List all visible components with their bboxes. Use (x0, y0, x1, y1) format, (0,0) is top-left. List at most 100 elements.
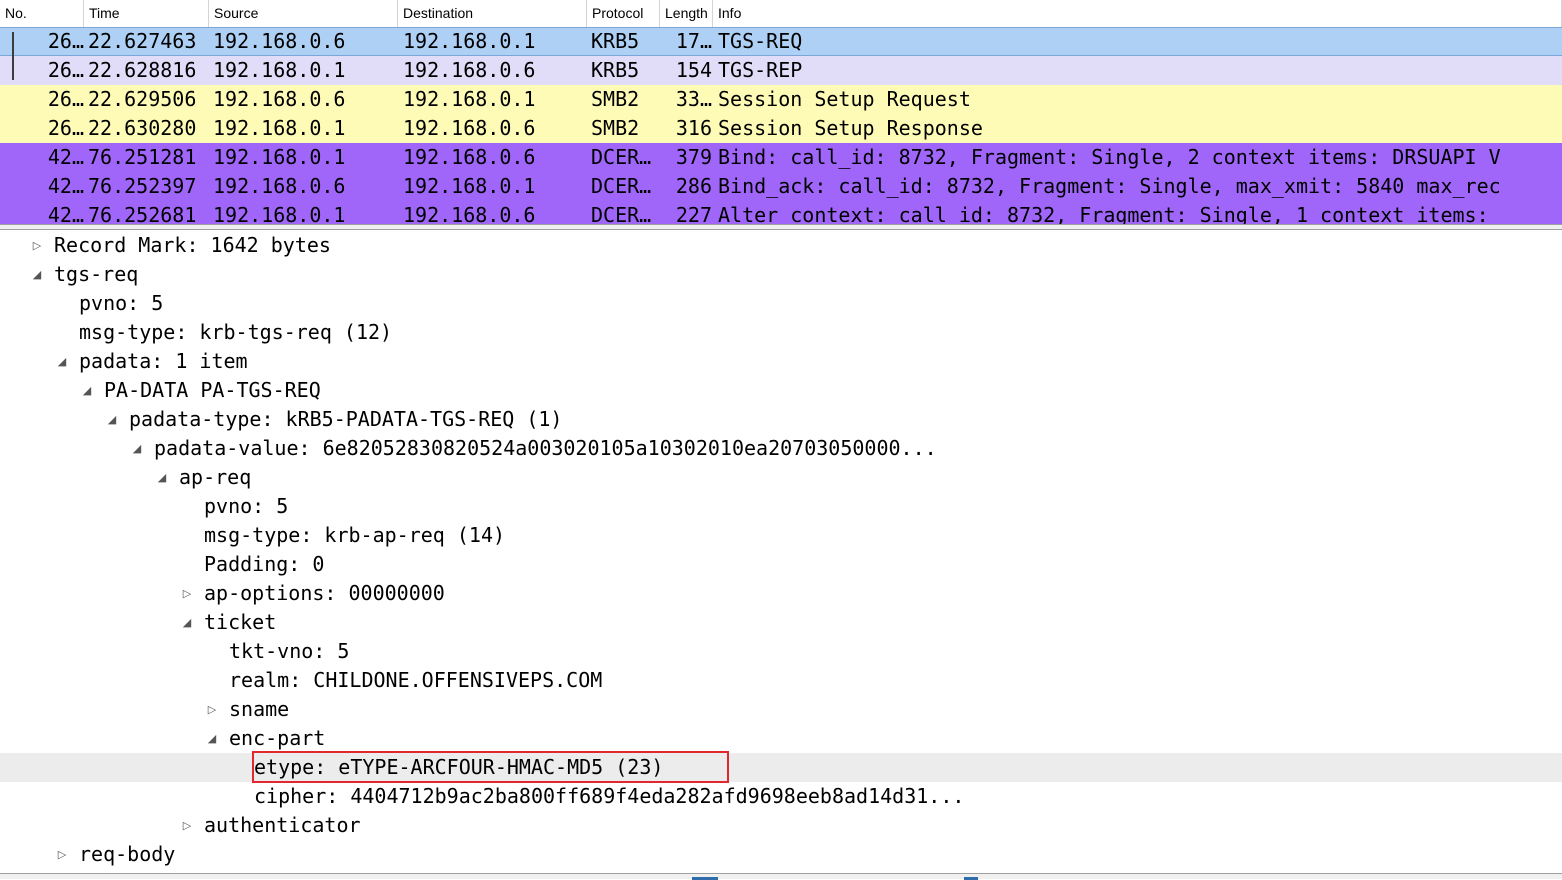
packet-source: 192.168.0.1 (213, 203, 346, 224)
tree-item-label: msg-type: krb-ap-req (14) (204, 523, 506, 547)
tree-item[interactable]: pvno: 5 (0, 492, 1562, 521)
col-protocol-header[interactable]: Protocol (587, 0, 660, 27)
packet-info: Session Setup Response (718, 116, 983, 140)
tree-item-label: enc-part (229, 726, 326, 750)
tree-item[interactable]: ▷ sname (0, 695, 1562, 724)
tree-item-label: ap-req (179, 465, 252, 489)
tree-item-label: ticket (204, 610, 277, 634)
packet-info: Session Setup Request (718, 87, 971, 111)
packet-row[interactable]: 42… 76.252681 192.168.0.1 192.168.0.6 DCER… 2… (0, 201, 1562, 224)
col-time-header[interactable]: Time (84, 0, 209, 27)
tree-item[interactable]: ◢ padata-type: kRB5-PADATA-TGS-REQ (1) (0, 405, 1562, 434)
tree-item[interactable]: Padding: 0 (0, 550, 1562, 579)
tree-item[interactable]: ▷ Record Mark: 1642 bytes (0, 231, 1562, 260)
packet-time: 76.252397 (88, 174, 197, 198)
tree-item-label: sname (229, 697, 290, 721)
tree-item-label: Record Mark: 1642 bytes (54, 233, 331, 257)
tree-item[interactable]: msg-type: krb-tgs-req (12) (0, 318, 1562, 347)
packet-row[interactable]: 26… 22.628816 192.168.0.1 192.168.0.6 KRB5 15… (0, 56, 1562, 85)
expanded-arrow-icon[interactable]: ◢ (80, 376, 94, 405)
tree-item[interactable]: realm: CHILDONE.OFFENSIVEPS.COM (0, 666, 1562, 695)
tree-item[interactable]: ◢ tgs-req (0, 260, 1562, 289)
packet-row[interactable]: 42… 76.252397 192.168.0.6 192.168.0.1 DCER… 2… (0, 172, 1562, 201)
tree-item-label: etype: eTYPE-ARCFOUR-HMAC-MD5 (23) (254, 755, 664, 779)
packet-number: 42… (47, 174, 84, 198)
col-source-header[interactable]: Source (209, 0, 398, 27)
pane-splitter[interactable] (0, 224, 1562, 230)
tree-item[interactable]: ◢ PA-DATA PA-TGS-REQ (0, 376, 1562, 405)
tree-item-label: padata: 1 item (79, 349, 248, 373)
tree-item-label: ap-options: 00000000 (204, 581, 445, 605)
col-no-header[interactable]: No. (0, 0, 84, 27)
packet-row[interactable]: 26… 22.627463 192.168.0.6 192.168.0.1 KRB5 17… (0, 27, 1562, 57)
expanded-arrow-icon[interactable]: ◢ (205, 724, 219, 753)
tree-item[interactable]: ◢ ticket (0, 608, 1562, 637)
tree-item[interactable]: ◢ padata: 1 item (0, 347, 1562, 376)
tree-item-label: realm: CHILDONE.OFFENSIVEPS.COM (229, 668, 603, 692)
tree-item[interactable]: cipher: 4404712b9ac2ba800ff689f4eda282af… (0, 782, 1562, 811)
packet-time: 22.628816 (88, 58, 197, 82)
packet-source: 192.168.0.1 (213, 145, 346, 169)
expanded-arrow-icon[interactable]: ◢ (180, 608, 194, 637)
expanded-arrow-icon[interactable]: ◢ (130, 434, 144, 463)
collapsed-arrow-icon[interactable]: ▷ (180, 811, 194, 840)
packet-list-header: No. Time Source Destination Protocol Length In… (0, 0, 1562, 28)
packet-length: 17… (675, 29, 712, 53)
tree-item-label: PA-DATA PA-TGS-REQ (104, 378, 321, 402)
packet-time: 22.630280 (88, 116, 197, 140)
packet-details-tree[interactable]: ▷ Record Mark: 1642 bytes ◢ tgs-req pvno: 5 m… (0, 231, 1562, 873)
collapsed-arrow-icon[interactable]: ▷ (55, 840, 69, 869)
packet-length: 286 (675, 174, 712, 198)
packet-protocol: KRB5 (591, 58, 640, 82)
col-info-header[interactable]: Info (713, 0, 1562, 27)
tree-item[interactable]: etype: eTYPE-ARCFOUR-HMAC-MD5 (23) (0, 753, 1562, 782)
tree-item[interactable]: ▷ ap-options: 00000000 (0, 579, 1562, 608)
packet-destination: 192.168.0.1 (403, 29, 536, 53)
collapsed-arrow-icon[interactable]: ▷ (205, 695, 219, 724)
packet-row[interactable]: 26… 22.629506 192.168.0.6 192.168.0.1 SMB2 33… (0, 85, 1562, 114)
packet-destination: 192.168.0.6 (403, 145, 536, 169)
expanded-arrow-icon[interactable]: ◢ (30, 260, 44, 289)
packet-info: TGS-REP (718, 58, 803, 82)
packet-number: 26… (47, 58, 84, 82)
packet-destination: 192.168.0.1 (403, 174, 536, 198)
packet-protocol: SMB2 (591, 87, 640, 111)
tree-item-label: pvno: 5 (204, 494, 289, 518)
tree-item[interactable]: tkt-vno: 5 (0, 637, 1562, 666)
packet-source: 192.168.0.6 (213, 87, 346, 111)
packet-protocol: DCER… (591, 174, 652, 198)
packet-protocol: SMB2 (591, 116, 640, 140)
packet-info: Bind: call_id: 8732, Fragment: Single, 2… (718, 145, 1501, 169)
col-destination-header[interactable]: Destination (398, 0, 587, 27)
packet-number: 26… (47, 116, 84, 140)
packet-info: TGS-REQ (718, 29, 803, 53)
tree-item[interactable]: ◢ padata-value: 6e82052830820524a00302010… (0, 434, 1562, 463)
tree-item[interactable]: pvno: 5 (0, 289, 1562, 318)
tree-item-label: padata-type: kRB5-PADATA-TGS-REQ (1) (129, 407, 563, 431)
expanded-arrow-icon[interactable]: ◢ (105, 405, 119, 434)
tree-item[interactable]: ◢ enc-part (0, 724, 1562, 753)
tree-item[interactable]: msg-type: krb-ap-req (14) (0, 521, 1562, 550)
tree-item[interactable]: ▷ authenticator (0, 811, 1562, 840)
packet-number: 42… (47, 145, 84, 169)
packet-list[interactable]: No. Time Source Destination Protocol Length In… (0, 0, 1562, 224)
packet-row[interactable]: 42… 76.251281 192.168.0.1 192.168.0.6 DCER… 3… (0, 143, 1562, 172)
expanded-arrow-icon[interactable]: ◢ (155, 463, 169, 492)
packet-row[interactable]: 26… 22.630280 192.168.0.1 192.168.0.6 SMB2 31… (0, 114, 1562, 143)
tree-item[interactable]: ▷ req-body (0, 840, 1562, 869)
col-length-header[interactable]: Length (660, 0, 713, 27)
packet-length: 316 (675, 116, 712, 140)
collapsed-arrow-icon[interactable]: ▷ (30, 231, 44, 260)
packet-protocol: KRB5 (591, 29, 640, 53)
tree-item-label: tgs-req (54, 262, 139, 286)
packet-number: 26… (47, 29, 84, 53)
collapsed-arrow-icon[interactable]: ▷ (180, 579, 194, 608)
packet-source: 192.168.0.6 (213, 29, 346, 53)
packet-time: 22.629506 (88, 87, 197, 111)
expanded-arrow-icon[interactable]: ◢ (55, 347, 69, 376)
packet-time: 22.627463 (88, 29, 197, 53)
tree-item[interactable]: ◢ ap-req (0, 463, 1562, 492)
tree-item-label: authenticator (204, 813, 361, 837)
bottom-pane-splitter[interactable] (0, 873, 1562, 880)
tree-item-label: cipher: 4404712b9ac2ba800ff689f4eda282af… (254, 784, 965, 808)
